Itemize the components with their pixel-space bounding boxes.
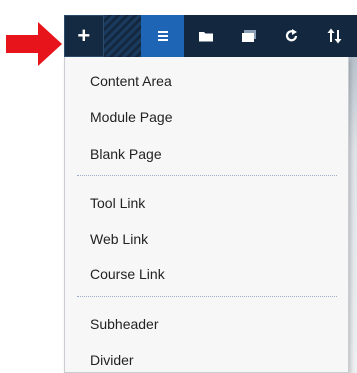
- menu-item-tool-link[interactable]: Tool Link: [90, 194, 145, 212]
- folder-icon: [198, 32, 213, 42]
- sort-icon: [327, 28, 342, 44]
- red-pointer-arrow-icon: [6, 22, 62, 66]
- menu-item-subheader[interactable]: Subheader: [90, 315, 159, 333]
- menu-divider: [77, 175, 337, 176]
- list-view-button[interactable]: [141, 15, 185, 57]
- course-menu-toolbar: +: [64, 15, 357, 57]
- toolbar-divider-pattern: [103, 15, 142, 57]
- refresh-icon: [286, 29, 298, 42]
- menu-item-web-link[interactable]: Web Link: [90, 230, 148, 248]
- menu-divider: [77, 296, 337, 297]
- reorder-button[interactable]: [314, 15, 357, 57]
- new-window-button[interactable]: [227, 15, 270, 57]
- screenshot-stage: + Content Area Module Page Blank Page To…: [0, 0, 357, 373]
- menu-item-blank-page[interactable]: Blank Page: [90, 145, 162, 163]
- window-icon: [242, 30, 257, 42]
- add-menu-item-button[interactable]: +: [64, 15, 104, 57]
- page-background-edge: [349, 57, 357, 373]
- add-menu-item-dropdown: Content Area Module Page Blank Page Tool…: [64, 57, 349, 373]
- plus-icon: +: [77, 23, 91, 48]
- folder-view-button[interactable]: [184, 15, 227, 57]
- menu-item-content-area[interactable]: Content Area: [90, 72, 172, 90]
- menu-item-divider[interactable]: Divider: [90, 351, 134, 369]
- menu-item-course-link[interactable]: Course Link: [90, 265, 165, 283]
- list-icon: [157, 31, 168, 41]
- menu-item-module-page[interactable]: Module Page: [90, 108, 173, 126]
- refresh-button[interactable]: [271, 15, 314, 57]
